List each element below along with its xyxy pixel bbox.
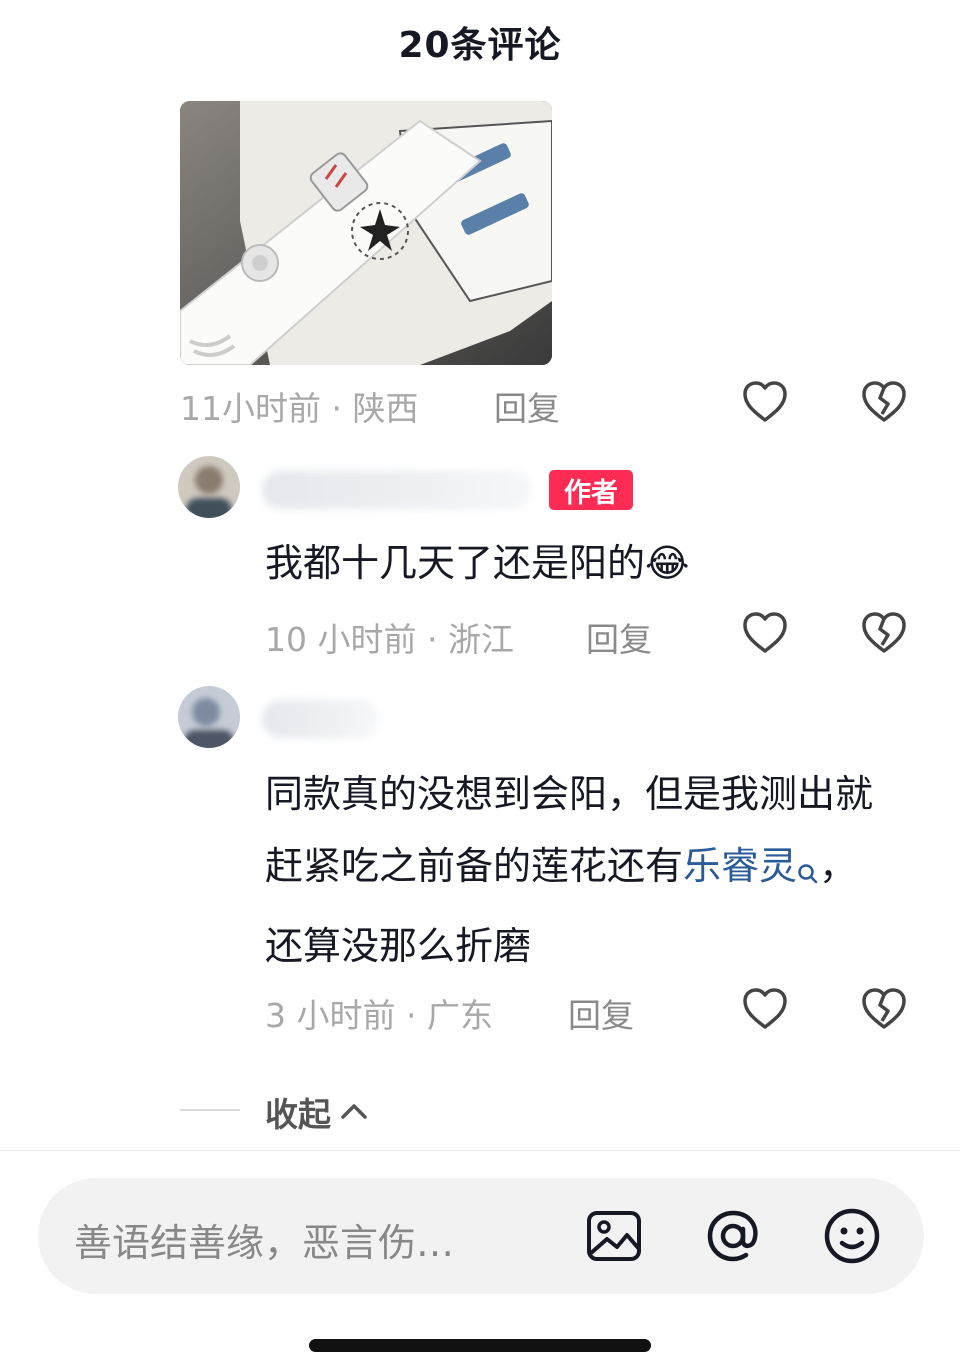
comment-2-text: 我都十几天了还是阳的😂 <box>265 527 689 599</box>
heart-outline-icon <box>743 612 787 653</box>
avatar-image <box>178 686 240 748</box>
comment-2-dislike-button[interactable] <box>858 607 910 659</box>
laughing-tears-emoji-icon: 😂 <box>645 541 690 585</box>
chevron-up-icon <box>341 1104 367 1119</box>
comments-header: 20条评论 <box>0 0 960 84</box>
collapse-replies-row: 收起 <box>0 1084 960 1136</box>
comment-3-time-location: 3 小时前 · 广东 <box>265 996 493 1035</box>
comment-3-dislike-button[interactable] <box>858 983 910 1035</box>
comment-count-title: 20条评论 <box>398 25 562 66</box>
comment-photo[interactable] <box>180 101 552 365</box>
comment-3-meta-row: 3 小时前 · 广东 回复 <box>0 979 960 1039</box>
broken-heart-icon <box>862 381 906 422</box>
smiley-icon[interactable] <box>821 1205 883 1267</box>
heart-outline-icon <box>743 988 787 1029</box>
home-indicator[interactable] <box>309 1339 651 1352</box>
comment-input-placeholder[interactable]: 善语结善缘，恶言伤… <box>74 1212 454 1267</box>
comment-2-like-button[interactable] <box>739 607 791 659</box>
comment-1-reply-button[interactable]: 回复 <box>494 382 560 430</box>
comment-2-time-location: 10 小时前 · 浙江 <box>265 620 514 659</box>
search-link-word[interactable]: 乐睿灵 <box>683 844 797 888</box>
comment-2-username-blurred[interactable] <box>262 471 532 509</box>
at-mention-icon[interactable] <box>702 1205 764 1267</box>
heart-outline-icon <box>743 381 787 422</box>
search-icon[interactable] <box>797 838 819 910</box>
broken-heart-icon <box>862 612 906 653</box>
comment-3-avatar[interactable] <box>178 686 240 748</box>
comment-3-like-button[interactable] <box>739 983 791 1035</box>
comment-1-meta-row: 11小时前 · 陕西 回复 <box>0 372 960 432</box>
comment-3-reply-button[interactable]: 回复 <box>568 989 634 1037</box>
comment-2-avatar[interactable] <box>178 456 240 518</box>
comment-3-text: 同款真的没想到会阳，但是我测出就赶紧吃之前备的莲花还有乐睿灵 ，还算没那么折磨 <box>265 758 890 982</box>
comment-1-time-location: 11小时前 · 陕西 <box>180 389 419 428</box>
comment-2-reply-button[interactable]: 回复 <box>586 613 652 661</box>
comment-2-meta-row: 10 小时前 · 浙江 回复 <box>0 603 960 663</box>
comment-2-body: 我都十几天了还是阳的 <box>265 541 646 585</box>
image-icon[interactable] <box>583 1205 645 1267</box>
broken-heart-icon <box>862 988 906 1029</box>
avatar-image <box>178 456 240 518</box>
input-divider <box>0 1150 960 1151</box>
collapse-label: 收起 <box>265 1095 331 1134</box>
comment-3-username-blurred[interactable] <box>262 700 378 738</box>
collapse-button[interactable]: 收起 <box>265 1088 371 1136</box>
comment-1-like-button[interactable] <box>739 376 791 428</box>
collapse-divider-line <box>180 1109 240 1111</box>
comment-input-bar[interactable]: 善语结善缘，恶言伤… <box>38 1178 924 1294</box>
author-badge: 作者 <box>549 470 633 510</box>
comment-1-dislike-button[interactable] <box>858 376 910 428</box>
test-kit-photo-image <box>180 101 552 365</box>
